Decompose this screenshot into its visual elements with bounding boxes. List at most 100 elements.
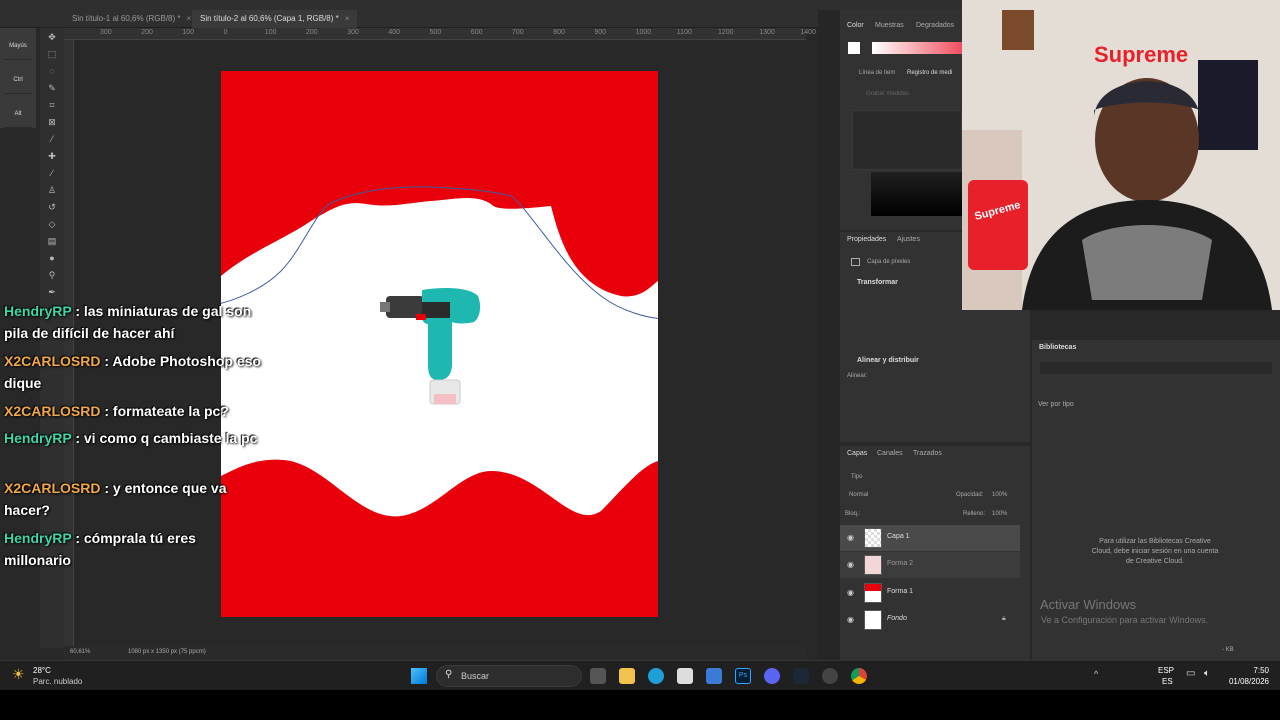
- eye-icon[interactable]: ◉: [847, 560, 854, 569]
- tab-label: Sin título-1 al 60,6% (RGB/8) *: [72, 14, 181, 23]
- photoshop-icon[interactable]: Ps: [735, 668, 751, 684]
- red-suitcase: [968, 180, 1028, 270]
- align-section[interactable]: Alinear y distribuir: [857, 354, 919, 368]
- taskbar-search[interactable]: ⚲ Buscar: [436, 665, 582, 687]
- pixel-layer-icon: [851, 258, 860, 266]
- letterbox: [0, 690, 1280, 720]
- discord-icon[interactable]: [764, 668, 780, 684]
- close-icon[interactable]: ×: [345, 14, 350, 23]
- language-sub[interactable]: ES: [1162, 677, 1173, 686]
- clock-time[interactable]: 7:50: [1225, 666, 1269, 675]
- ctrl-key[interactable]: Ctrl: [4, 66, 32, 94]
- eyedropper-icon[interactable]: ⁄: [46, 133, 58, 145]
- lasso-tool-icon[interactable]: ◌: [46, 65, 58, 77]
- tab-document-2[interactable]: Sin título-2 al 60,6% (Capa 1, RGB/8) * ×: [192, 10, 358, 28]
- tab-timeline[interactable]: Línea de tiem: [859, 66, 895, 80]
- quick-select-icon[interactable]: ✎: [46, 82, 58, 94]
- poster-coffee: [1002, 10, 1034, 50]
- volume-icon[interactable]: 🔈︎: [1204, 668, 1210, 679]
- blur-tool-icon[interactable]: ●: [46, 252, 58, 264]
- kb-size: - KB: [1222, 647, 1234, 653]
- task-view-icon[interactable]: [590, 668, 606, 684]
- move-tool-icon[interactable]: ✥: [46, 31, 58, 43]
- record-measurements-button[interactable]: Grabar medidas: [866, 87, 909, 101]
- eraser-tool-icon[interactable]: ◇: [46, 218, 58, 230]
- fill-label: Relleno:: [963, 511, 986, 517]
- layer-filter-dropdown[interactable]: Tipo: [851, 470, 862, 484]
- weather-desc[interactable]: Parc. nublado: [33, 677, 82, 686]
- windows-start-icon[interactable]: [411, 668, 427, 684]
- ruler-tick-label: 800: [553, 29, 565, 36]
- healing-brush-icon[interactable]: ✚: [46, 150, 58, 162]
- ruler-tick-label: 900: [594, 29, 607, 36]
- edge-icon[interactable]: [648, 668, 664, 684]
- tab-gradients[interactable]: Degradados: [916, 19, 954, 33]
- lock-icon: 🔒︎: [1002, 615, 1006, 622]
- tab-channels[interactable]: Canales: [877, 447, 903, 461]
- tab-properties[interactable]: Propiedades: [847, 233, 886, 247]
- steam-icon[interactable]: [793, 668, 809, 684]
- document-canvas[interactable]: [221, 71, 658, 617]
- weather-icon[interactable]: ☀: [12, 666, 25, 683]
- opacity-value[interactable]: 100%: [992, 488, 1007, 502]
- chrome-icon[interactable]: [851, 668, 867, 684]
- color-field[interactable]: [871, 172, 962, 216]
- language-indicator[interactable]: ESP: [1158, 666, 1174, 675]
- tab-document-1[interactable]: Sin título-1 al 60,6% (RGB/8) * ×: [64, 10, 199, 28]
- layer-row[interactable]: ◉ Fondo 🔒︎: [840, 607, 1020, 633]
- chat-user: HendryRP: [4, 303, 72, 319]
- gradient-tool-icon[interactable]: ▤: [46, 235, 58, 247]
- frame-tool-icon[interactable]: ⊠: [46, 116, 58, 128]
- tab-swatches[interactable]: Muestras: [875, 19, 904, 33]
- clock-date[interactable]: 01/08/2026: [1225, 677, 1269, 686]
- tab-color[interactable]: Color: [847, 19, 864, 33]
- fill-value[interactable]: 100%: [992, 507, 1007, 521]
- windows-taskbar: ☀ 28°C Parc. nublado ⚲ Buscar Ps ^ ESP E…: [0, 660, 1280, 690]
- tab-layers[interactable]: Capas: [847, 447, 867, 461]
- store-icon[interactable]: [677, 668, 693, 684]
- tab-paths[interactable]: Trazados: [913, 447, 942, 461]
- ruler-tick-label: 300: [100, 29, 112, 36]
- dodge-tool-icon[interactable]: ⚲: [46, 269, 58, 281]
- libraries-message: Para utilizar las Bibliotecas Creative C…: [1091, 538, 1219, 565]
- brush-tool-icon[interactable]: ∕: [46, 167, 58, 179]
- weather-temp[interactable]: 28°C: [33, 666, 51, 675]
- stamp-tool-icon[interactable]: ♙: [46, 184, 58, 196]
- chevron-up-icon[interactable]: ^: [1094, 669, 1098, 679]
- ruler-tick-label: 500: [429, 29, 442, 36]
- layer-row[interactable]: ◉ Forma 2: [840, 552, 1020, 578]
- blend-mode-dropdown[interactable]: Normal: [849, 488, 868, 502]
- eye-icon[interactable]: ◉: [847, 588, 854, 597]
- history-brush-icon[interactable]: ↺: [46, 201, 58, 213]
- transform-section[interactable]: Transformar: [857, 276, 898, 290]
- chat-message: HendryRP : las miniaturas de gal son pil…: [4, 300, 266, 344]
- layer-name: Fondo: [887, 615, 907, 622]
- chat-overlay: HendryRP : las miniaturas de gal son pil…: [0, 300, 270, 580]
- libraries-search[interactable]: [1040, 362, 1272, 374]
- shift-key[interactable]: Mayús: [4, 32, 32, 60]
- foreground-color-swatch[interactable]: [848, 42, 860, 54]
- mail-icon[interactable]: [706, 668, 722, 684]
- view-by-type-dropdown[interactable]: Ver por tipo: [1038, 398, 1074, 412]
- chat-user: HendryRP: [4, 530, 72, 546]
- color-ramp[interactable]: [872, 42, 962, 54]
- file-explorer-icon[interactable]: [619, 668, 635, 684]
- close-icon[interactable]: ×: [187, 14, 192, 23]
- layer-row[interactable]: ◉ Capa 1: [840, 525, 1020, 551]
- display-icon[interactable]: ▭: [1186, 668, 1195, 679]
- crop-tool-icon[interactable]: ⌗: [46, 99, 58, 111]
- tab-measurement-log[interactable]: Registro de medi: [907, 66, 952, 80]
- eye-icon[interactable]: ◉: [847, 615, 854, 624]
- layer-row[interactable]: ◉ Forma 1: [840, 580, 1020, 606]
- obs-icon[interactable]: [822, 668, 838, 684]
- status-bar: 60,61% 1080 px x 1350 px (75 ppcm): [64, 646, 806, 660]
- alt-key[interactable]: Alt: [4, 100, 32, 128]
- pen-tool-icon[interactable]: ✒: [46, 286, 58, 298]
- zoom-level[interactable]: 60,61%: [70, 649, 90, 655]
- tab-adjustments[interactable]: Ajustes: [897, 233, 920, 247]
- eye-icon[interactable]: ◉: [847, 533, 854, 542]
- doc-size: 1080 px x 1350 px (75 ppcm): [128, 649, 206, 655]
- marquee-tool-icon[interactable]: ⬚: [46, 48, 58, 60]
- layer-type-label: Capa de píxeles: [867, 259, 911, 265]
- opacity-label: Opacidad:: [956, 492, 984, 498]
